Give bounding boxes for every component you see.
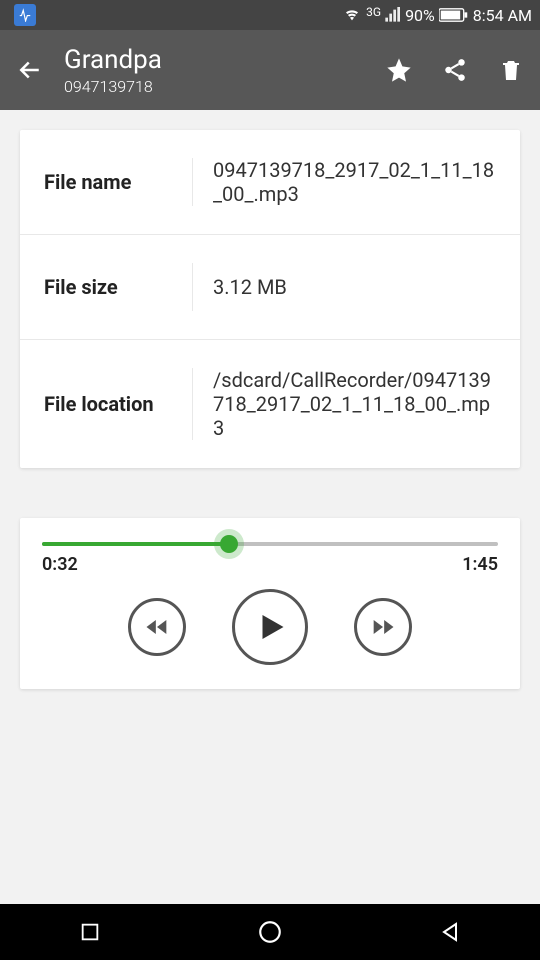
- delete-button[interactable]: [496, 55, 526, 85]
- file-size-value: 3.12 MB: [192, 263, 496, 311]
- home-button[interactable]: [220, 919, 320, 945]
- audio-player-card: 0:32 1:45: [20, 518, 520, 689]
- wifi-icon: [342, 7, 362, 23]
- title-block: Grandpa 0947139718: [64, 45, 366, 96]
- file-location-value: /sdcard/CallRecorder/0947139718_2917_02_…: [192, 368, 496, 440]
- file-location-row: File location /sdcard/CallRecorder/09471…: [20, 340, 520, 468]
- battery-icon: [439, 7, 469, 23]
- file-name-row: File name 0947139718_2917_02_1_11_18_00_…: [20, 130, 520, 235]
- player-controls: [42, 589, 498, 665]
- fast-forward-button[interactable]: [354, 598, 412, 656]
- recent-apps-button[interactable]: [40, 921, 140, 943]
- file-location-label: File location: [44, 392, 192, 416]
- progress-slider[interactable]: [42, 542, 498, 546]
- page-subtitle: 0947139718: [64, 77, 366, 96]
- current-time: 0:32: [42, 554, 78, 575]
- back-nav-button[interactable]: [400, 920, 500, 944]
- play-button[interactable]: [232, 589, 308, 665]
- battery-percent: 90%: [405, 6, 435, 25]
- back-button[interactable]: [14, 54, 46, 86]
- time-row: 0:32 1:45: [42, 554, 498, 575]
- app-bar: Grandpa 0947139718: [0, 30, 540, 110]
- rewind-button[interactable]: [128, 598, 186, 656]
- system-nav-bar: [0, 904, 540, 960]
- progress-thumb[interactable]: [220, 535, 238, 553]
- file-size-row: File size 3.12 MB: [20, 235, 520, 340]
- progress-fill: [42, 542, 229, 546]
- favorite-button[interactable]: [384, 55, 414, 85]
- status-bar: 3G 90% 8:54 AM: [0, 0, 540, 30]
- signal-icon: [383, 7, 401, 23]
- file-name-label: File name: [44, 170, 192, 194]
- page-title: Grandpa: [64, 45, 366, 75]
- total-time: 1:45: [462, 554, 498, 575]
- network-type-label: 3G: [366, 5, 381, 19]
- file-name-value: 0947139718_2917_02_1_11_18_00_.mp3: [192, 158, 496, 206]
- file-info-card: File name 0947139718_2917_02_1_11_18_00_…: [20, 130, 520, 468]
- main-content: File name 0947139718_2917_02_1_11_18_00_…: [0, 110, 540, 709]
- clock-time: 8:54 AM: [473, 6, 532, 25]
- share-button[interactable]: [440, 55, 470, 85]
- file-size-label: File size: [44, 275, 192, 299]
- app-notification-icon: [14, 4, 36, 26]
